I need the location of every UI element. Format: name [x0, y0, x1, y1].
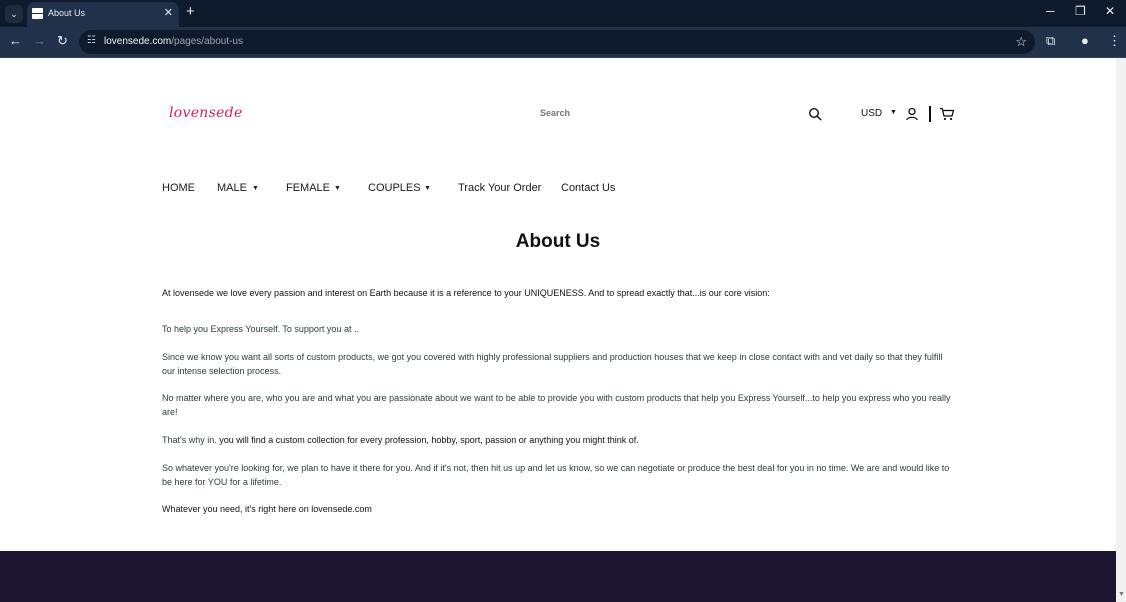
address-bar[interactable]: ☷ lovensede.com/pages/about-us ☆ — [79, 30, 1035, 54]
site-logo[interactable]: lovensede — [169, 105, 243, 121]
nav-home[interactable]: HOME — [162, 182, 195, 194]
currency-caret-icon[interactable]: ▼ — [890, 109, 897, 116]
bookmark-star-icon[interactable]: ☆ — [1015, 34, 1027, 50]
browser-toolbar: ← → ↻ ☷ lovensede.com/pages/about-us ☆ ⧉… — [0, 27, 1126, 57]
search-icon[interactable] — [808, 107, 822, 121]
paragraph-5-rest: you will find a custom collection for ev… — [216, 435, 639, 445]
nav-couples[interactable]: COUPLES — [368, 182, 421, 194]
about-paragraph-6: So whatever you're looking for, we plan … — [162, 463, 950, 487]
back-icon[interactable]: ← — [9, 33, 22, 48]
chevron-down-icon[interactable]: ▼ — [424, 185, 431, 192]
scroll-down-arrow-icon[interactable]: ▼ — [1118, 591, 1125, 598]
account-icon[interactable] — [905, 107, 919, 121]
new-tab-icon[interactable]: + — [186, 3, 195, 20]
about-paragraph-2: To help you Express Yourself. To support… — [162, 324, 359, 334]
about-paragraph-5: That's why in. you will find a custom co… — [162, 433, 952, 447]
scrollbar[interactable] — [1116, 58, 1126, 602]
site-footer — [0, 551, 1116, 602]
paragraph-5-lead: That's why in. — [162, 435, 217, 445]
nav-female[interactable]: FEMALE — [286, 182, 330, 194]
about-paragraph-3: Since we know you want all sorts of cust… — [162, 352, 943, 376]
tab-search-dropdown-icon[interactable]: ⌄ — [5, 5, 23, 23]
cart-icon[interactable] — [939, 107, 955, 121]
chevron-down-icon[interactable]: ▼ — [334, 185, 341, 192]
forward-icon[interactable]: → — [33, 33, 46, 48]
header-separator — [929, 106, 931, 122]
tab-title: About Us — [48, 8, 86, 18]
restore-icon[interactable]: ❐ — [1075, 4, 1086, 18]
page-viewport: lovensede USD ▼ HOME MALE ▼ FEMALE ▼ COU… — [0, 58, 1116, 602]
site-info-icon[interactable]: ☷ — [87, 35, 96, 46]
page-title: About Us — [515, 231, 601, 252]
reload-icon[interactable]: ↻ — [57, 33, 68, 49]
menu-kebab-icon[interactable]: ⋮ — [1108, 33, 1121, 49]
nav-track-order[interactable]: Track Your Order — [458, 182, 541, 194]
nav-male[interactable]: MALE — [217, 182, 247, 194]
minimize-icon[interactable]: ─ — [1046, 4, 1055, 18]
window-close-icon[interactable]: ✕ — [1105, 4, 1115, 18]
browser-tab-bar: ⌄ About Us ✕ + ─ ❐ ✕ — [0, 0, 1126, 27]
profile-icon[interactable]: ● — [1081, 33, 1089, 48]
nav-contact-us[interactable]: Contact Us — [561, 182, 615, 194]
currency-selector[interactable]: USD — [861, 108, 882, 119]
extensions-icon[interactable]: ⧉ — [1046, 33, 1055, 49]
url-text[interactable]: lovensede.com/pages/about-us — [104, 36, 243, 47]
browser-tab[interactable]: About Us ✕ — [27, 2, 179, 27]
tab-close-icon[interactable]: ✕ — [164, 6, 173, 19]
about-paragraph-1: At lovensede we love every passion and i… — [162, 288, 770, 298]
search-input[interactable] — [540, 108, 780, 118]
about-paragraph-7: Whatever you need, it's right here on lo… — [162, 504, 372, 514]
favicon-icon — [32, 8, 43, 19]
about-paragraph-4: No matter where you are, who you are and… — [162, 393, 951, 417]
chevron-down-icon[interactable]: ▼ — [252, 185, 259, 192]
